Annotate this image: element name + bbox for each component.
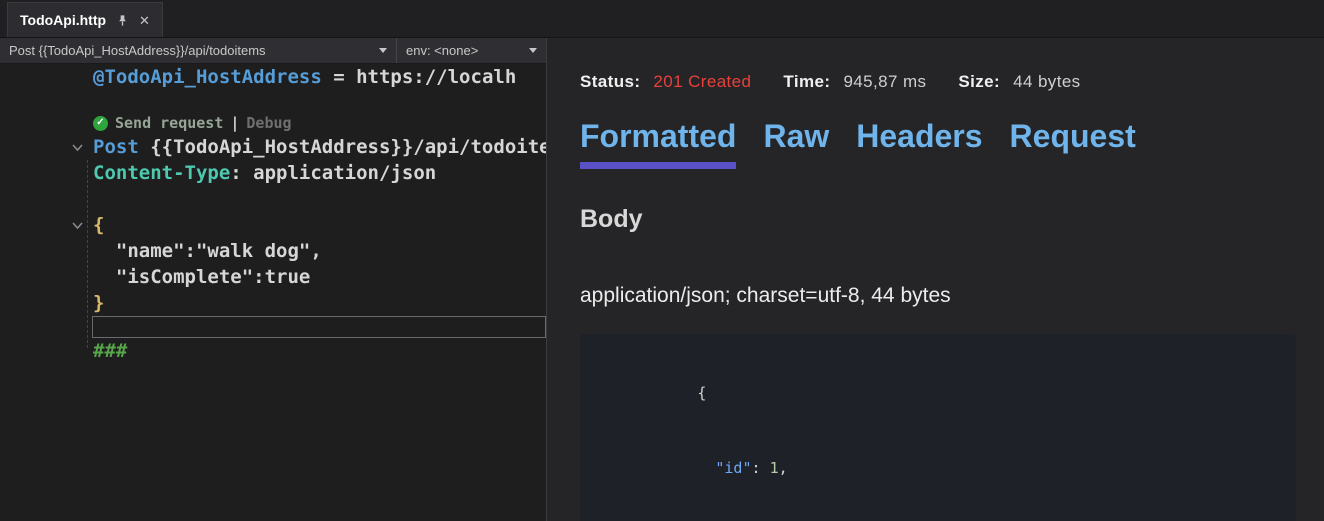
header-name: Content-Type [93, 160, 230, 186]
json-line: "name": "walk dog", [607, 506, 1269, 521]
delimiter-text: ### [93, 338, 127, 364]
main-area: Post {{TodoApi_HostAddress}}/api/todoite… [0, 38, 1324, 521]
tab-bar: TodoApi.http ✕ [0, 0, 1324, 38]
debug-link[interactable]: Debug [246, 112, 291, 134]
tab-formatted[interactable]: Formatted [580, 118, 736, 169]
json-line: "id": 1, [607, 431, 1269, 506]
size-label: Size: [958, 72, 1000, 92]
variable-value: https://localh [356, 64, 516, 90]
codelens-divider: | [230, 112, 239, 134]
assign-operator: = [322, 64, 356, 90]
current-line-highlight [92, 316, 546, 338]
json-value: 1 [770, 459, 779, 477]
json-open-brace-line: { [0, 212, 546, 238]
json-open-brace: { [697, 384, 706, 402]
gutter [0, 160, 93, 186]
send-request-link[interactable]: Send request [115, 112, 223, 134]
gutter [0, 64, 93, 90]
status-row: Status: 201 Created Time: 945,87 ms Size… [580, 72, 1324, 92]
status-value: 201 Created [653, 72, 751, 92]
indent-guide [87, 160, 88, 348]
code-editor[interactable]: @TodoApi_HostAddress = https://localh ✓ … [0, 64, 546, 521]
close-brace: } [93, 290, 104, 316]
env-selector-dropdown[interactable]: env: <none> [396, 38, 546, 63]
blank-line [0, 186, 546, 212]
editor-pane: Post {{TodoApi_HostAddress}}/api/todoite… [0, 38, 546, 521]
app-window: TodoApi.http ✕ Post {{TodoApi_HostAddres… [0, 0, 1324, 521]
json-line: { [607, 356, 1269, 431]
tab-todoapi-http[interactable]: TodoApi.http ✕ [7, 2, 163, 37]
send-check-icon: ✓ [93, 116, 108, 131]
env-selector-label: env: <none> [406, 43, 478, 58]
http-variable-line: @TodoApi_HostAddress = https://localh [0, 64, 546, 90]
variable-name: @TodoApi_HostAddress [93, 64, 322, 90]
gutter [0, 212, 93, 238]
request-toolbar: Post {{TodoApi_HostAddress}}/api/todoite… [0, 38, 546, 64]
json-iscomplete-line: "isComplete":true [0, 264, 546, 290]
body-heading: Body [580, 205, 1324, 234]
json-colon: : [752, 459, 770, 477]
time-value: 945,87 ms [843, 72, 926, 92]
content-type-line: application/json; charset=utf-8, 44 byte… [580, 284, 1324, 308]
close-icon[interactable]: ✕ [139, 14, 150, 27]
time-label: Time: [783, 72, 830, 92]
blank-line [0, 90, 546, 112]
request-delimiter-line: ### [0, 338, 546, 364]
http-header-line: Content-Type : application/json [0, 160, 546, 186]
request-url: {{TodoApi_HostAddress}}/api/todoitems [139, 134, 546, 160]
http-request-line: Post {{TodoApi_HostAddress}}/api/todoite… [0, 134, 546, 160]
gutter [0, 290, 93, 316]
gutter [0, 338, 93, 364]
tab-raw[interactable]: Raw [763, 118, 829, 169]
gutter [0, 134, 93, 160]
json-comma: , [779, 459, 788, 477]
response-tabs: Formatted Raw Headers Request [580, 118, 1324, 169]
fold-chevron-icon[interactable] [71, 219, 84, 232]
tab-request[interactable]: Request [1010, 118, 1136, 169]
gutter [0, 238, 93, 264]
request-selector-label: Post {{TodoApi_HostAddress}}/api/todoite… [9, 43, 266, 58]
codelens-line: ✓ Send request | Debug [0, 112, 546, 134]
open-brace: { [93, 212, 104, 238]
chevron-down-icon [529, 48, 537, 53]
header-value: application/json [253, 160, 436, 186]
status-label: Status: [580, 72, 640, 92]
http-method: Post [93, 134, 139, 160]
gutter [0, 264, 93, 290]
size-value: 44 bytes [1013, 72, 1080, 92]
tab-title: TodoApi.http [20, 12, 106, 28]
tab-headers[interactable]: Headers [856, 118, 982, 169]
json-name-line: "name":"walk dog", [0, 238, 546, 264]
json-name-text: "name":"walk dog", [93, 238, 322, 264]
json-key: "id" [697, 459, 751, 477]
pin-icon[interactable] [116, 14, 129, 27]
fold-chevron-icon[interactable] [71, 141, 84, 154]
request-selector-dropdown[interactable]: Post {{TodoApi_HostAddress}}/api/todoite… [0, 38, 396, 63]
chevron-down-icon [379, 48, 387, 53]
json-iscomplete-text: "isComplete":true [93, 264, 310, 290]
header-colon: : [230, 160, 253, 186]
json-close-brace-line: } [0, 290, 546, 316]
response-panel: Status: 201 Created Time: 945,87 ms Size… [547, 38, 1324, 521]
response-body-json: { "id": 1, "name": "walk dog", "isComple… [580, 334, 1296, 521]
